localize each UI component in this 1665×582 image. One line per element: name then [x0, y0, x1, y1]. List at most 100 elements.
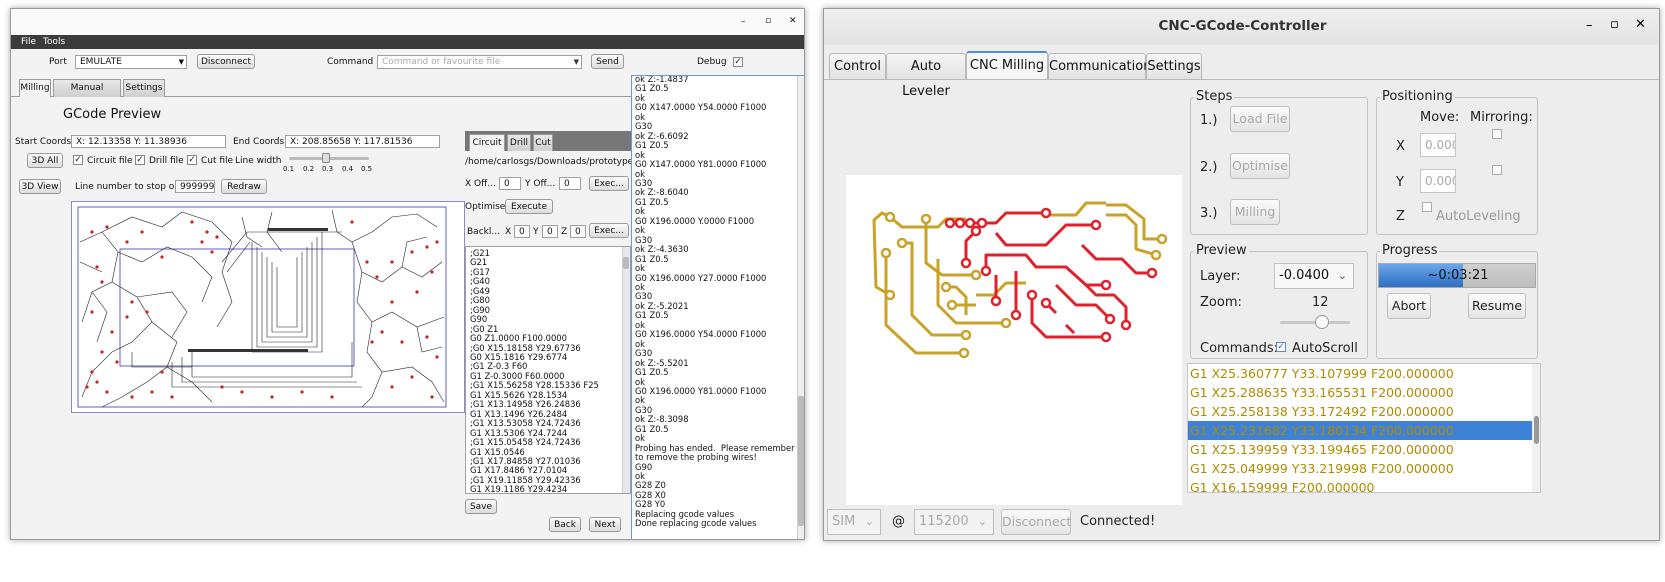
- tab-cnc-milling[interactable]: CNC Milling: [966, 51, 1048, 79]
- gcode-line[interactable]: ;G21: [470, 248, 599, 258]
- command-input[interactable]: Command or favourite file ▼: [377, 55, 582, 69]
- abort-button[interactable]: Abort: [1387, 293, 1431, 319]
- line-number-label: Line number to stop on: [75, 182, 181, 192]
- console-line: G0 X196.0000 Y.0000 F1000: [635, 215, 755, 226]
- x-offset-input[interactable]: 0: [499, 177, 521, 190]
- backlash-y-input[interactable]: 0: [542, 225, 558, 238]
- gcode-scrollbar-thumb[interactable]: [623, 257, 629, 269]
- gcode-scrollbar[interactable]: [622, 247, 630, 493]
- y-label: Y: [1396, 175, 1404, 190]
- backlash-x-input[interactable]: 0: [514, 225, 530, 238]
- save-button[interactable]: Save: [465, 499, 497, 514]
- slider-tick-label: 0.1: [283, 165, 295, 173]
- exec-backlash-button[interactable]: Exec...: [589, 223, 629, 238]
- right-window: CNC-GCode-Controller – ▫ ✕ Control Auto …: [823, 8, 1660, 541]
- tab-settings[interactable]: Settings: [123, 79, 165, 97]
- disconnect-button[interactable]: Disconnect: [197, 54, 255, 69]
- y-offset-label: Y Off...: [525, 179, 556, 189]
- maximize-button[interactable]: ▫: [765, 16, 771, 26]
- x-move-input[interactable]: 0.000: [1420, 133, 1456, 157]
- baud-select[interactable]: 115200 ⌄: [914, 509, 994, 535]
- gcode-command-row[interactable]: G1 X25.049999 Y33.219998 F200.000000: [1188, 459, 1534, 478]
- debug-checkbox[interactable]: ✓: [733, 57, 743, 67]
- start-coords-label: Start Coords: [15, 137, 72, 147]
- tab-settings[interactable]: Settings: [1146, 53, 1202, 79]
- next-button[interactable]: Next: [589, 517, 621, 532]
- redraw-button[interactable]: Redraw: [221, 179, 267, 194]
- x-mirroring-checkbox[interactable]: [1492, 129, 1502, 139]
- pcb-preview-canvas[interactable]: [71, 201, 465, 413]
- minimize-button[interactable]: –: [741, 17, 746, 27]
- close-button[interactable]: ✕: [789, 16, 797, 26]
- autoscroll-checkbox[interactable]: ✓: [1276, 342, 1286, 352]
- gcode-command-list[interactable]: G1 X25.360777 Y33.107999 F200.000000 G1 X…: [1187, 363, 1541, 493]
- load-file-button[interactable]: Load File: [1230, 106, 1290, 132]
- console-line: ok: [635, 338, 645, 349]
- console-line: G0 X196.0000 Y81.0000 F1000: [635, 385, 767, 396]
- close-button[interactable]: ✕: [1635, 17, 1646, 32]
- gcode-line[interactable]: ;G90: [470, 305, 599, 315]
- execute-button[interactable]: Execute: [505, 199, 553, 214]
- cut-file-checkbox[interactable]: ✓: [187, 155, 197, 165]
- zoom-slider-thumb[interactable]: [1315, 315, 1329, 329]
- gcode-list-scrollbar-thumb[interactable]: [1534, 416, 1539, 444]
- gcode-command-row[interactable]: G1 X25.139959 Y33.199465 F200.000000: [1188, 440, 1534, 459]
- disconnect-button[interactable]: Disconnect: [1001, 509, 1071, 535]
- tab-control[interactable]: Control: [829, 53, 886, 79]
- 3d-all-button[interactable]: 3D All: [27, 153, 63, 168]
- send-button[interactable]: Send: [591, 54, 624, 69]
- line-width-slider-thumb[interactable]: [322, 153, 330, 163]
- debug-label: Debug: [697, 57, 727, 67]
- minimize-button[interactable]: –: [1586, 18, 1593, 33]
- drill-file-checkbox[interactable]: ✓: [135, 155, 145, 165]
- y-mirroring-checkbox[interactable]: [1492, 165, 1502, 175]
- subtab-circuit[interactable]: Circuit: [469, 134, 505, 151]
- line-number-input[interactable]: 999999: [175, 180, 215, 193]
- tab-manual-control[interactable]: Manual Control: [53, 79, 121, 109]
- gcode-list[interactable]: ;G21 G21 ;G17 ;G40 ;G49 ;G80 ;G90 G90 ;G0 Z1 G0 Z…: [465, 246, 631, 494]
- milling-button[interactable]: Milling: [1230, 199, 1280, 225]
- console-output[interactable]: ok Z:-1.4837 G1 Z0.5 ok G0 X147.0000 Y54.00…: [631, 75, 804, 539]
- menu-file[interactable]: File: [21, 37, 36, 47]
- 3d-view-button[interactable]: 3D View: [19, 179, 61, 194]
- circuit-file-checkbox[interactable]: ✓: [73, 155, 83, 165]
- tab-milling[interactable]: Milling: [19, 79, 51, 97]
- command-label: Command: [327, 57, 374, 67]
- abort-label: Abort: [1391, 298, 1427, 313]
- console-line: to remove the probing wires!: [635, 452, 757, 463]
- cut-file-label: Cut file: [201, 156, 234, 166]
- console-line: G1 Z0.5: [635, 83, 669, 94]
- gcode-command-row[interactable]: G1 X25.288635 Y33.165531 F200.000000: [1188, 383, 1534, 402]
- gcode-command-row[interactable]: G1 X16.159999 F200.000000: [1188, 478, 1534, 492]
- mirroring-label: Mirroring:: [1470, 110, 1533, 125]
- resume-label: Resume: [1471, 298, 1523, 313]
- backlash-y-label: Y: [533, 227, 539, 237]
- exec-offset-button[interactable]: Exec...: [589, 176, 629, 191]
- resume-button[interactable]: Resume: [1468, 293, 1526, 319]
- y-offset-input[interactable]: 0: [559, 177, 581, 190]
- back-button[interactable]: Back: [549, 517, 581, 532]
- y-move-input[interactable]: 0.000: [1420, 169, 1456, 193]
- maximize-button[interactable]: ▫: [1610, 17, 1619, 32]
- console-scrollbar-thumb[interactable]: [798, 396, 804, 526]
- gcode-command-row[interactable]: G1 X25.360777 Y33.107999 F200.000000: [1188, 364, 1534, 383]
- milling-preview[interactable]: [846, 175, 1182, 505]
- optimise-button[interactable]: Optimise: [1230, 153, 1290, 179]
- backlash-label: Backl...: [467, 227, 500, 237]
- subtab-drill[interactable]: Drill: [507, 134, 531, 151]
- autoleveling-checkbox[interactable]: [1422, 202, 1432, 212]
- subtab-cut[interactable]: Cut: [533, 134, 553, 151]
- tab-communication[interactable]: Communication: [1048, 53, 1151, 79]
- gcode-command-row[interactable]: G1 X25.231682 Y33.180134 F200.000000: [1188, 421, 1534, 440]
- layer-select[interactable]: -0.0400 ⌄: [1274, 263, 1354, 289]
- gcode-command-row[interactable]: G1 X25.258138 Y33.172492 F200.000000: [1188, 402, 1534, 421]
- gcode-line[interactable]: G1 X19.1186 Y29.4234: [470, 484, 599, 493]
- tab-auto-leveler[interactable]: Auto Leveler: [886, 53, 966, 99]
- step-1-label: 1.): [1200, 113, 1218, 128]
- backlash-z-input[interactable]: 0: [570, 225, 586, 238]
- port-select[interactable]: EMULATE ▼: [75, 55, 187, 69]
- layer-label: Layer:: [1200, 269, 1241, 284]
- menu-tools[interactable]: Tools: [43, 37, 65, 47]
- circuit-file-label: Circuit file: [87, 156, 133, 166]
- port-select[interactable]: SIM ⌄: [827, 509, 881, 535]
